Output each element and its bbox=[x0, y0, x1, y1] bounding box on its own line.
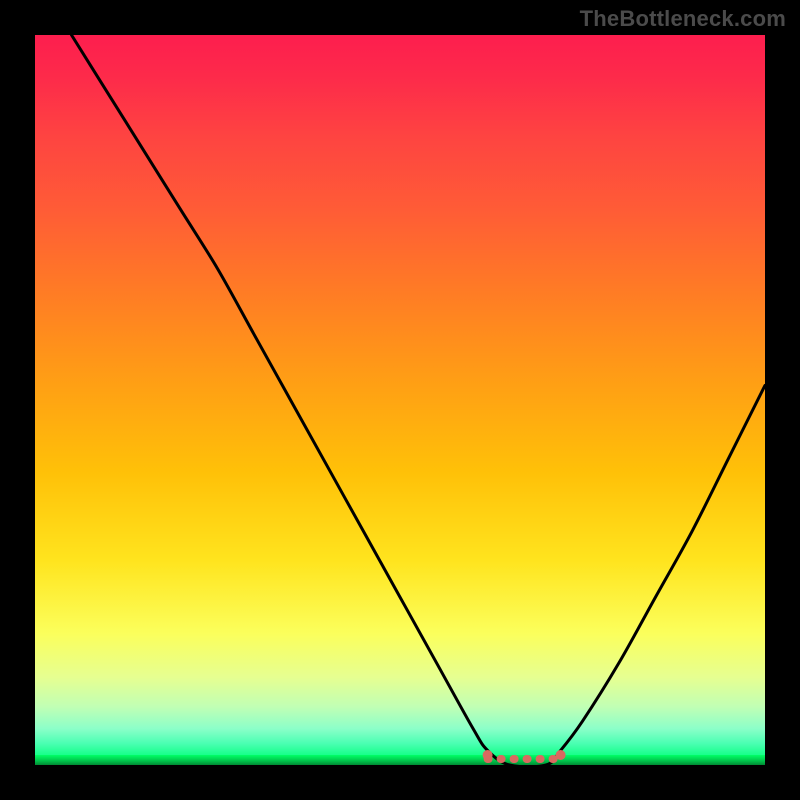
chart-frame: TheBottleneck.com bbox=[0, 0, 800, 800]
bottleneck-curve bbox=[72, 35, 766, 765]
watermark-label: TheBottleneck.com bbox=[580, 6, 786, 32]
chart-svg bbox=[35, 35, 765, 765]
minimum-marker-left bbox=[483, 750, 493, 760]
minimum-marker-right bbox=[556, 750, 566, 760]
plot-area bbox=[35, 35, 765, 765]
